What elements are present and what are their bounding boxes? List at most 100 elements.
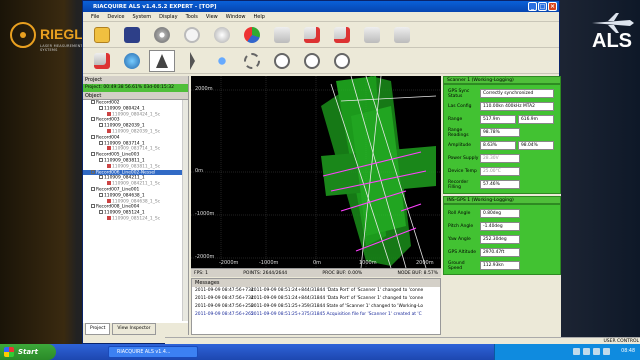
- project-tabs: Project View Inspector: [83, 323, 188, 335]
- window-titlebar[interactable]: RIACQUIRE ALS v1.4.5.2 EXPERT - [TOP] _ …: [83, 1, 559, 12]
- scanner-field-value: 517.9m: [480, 115, 516, 124]
- message-row[interactable]: 2011-09-09 08:47:56+2502011-09-09 08:51:…: [192, 303, 440, 311]
- menu-display[interactable]: Display: [159, 14, 177, 20]
- scanner-settings-button[interactable]: [89, 50, 115, 72]
- tree-item-label: Record003: [96, 117, 120, 123]
- north-arrow-icon: [156, 53, 168, 68]
- settings-button[interactable]: [149, 24, 175, 46]
- tab-view-inspector[interactable]: View Inspector: [112, 323, 156, 335]
- zoom-out-icon: [304, 52, 320, 69]
- expand-icon[interactable]: [99, 140, 103, 145]
- menu-device[interactable]: Device: [107, 14, 124, 20]
- start-label: Start: [18, 348, 38, 356]
- scanner-2-button[interactable]: [299, 24, 325, 46]
- tree-item-label: 110909_084211_1_Sc: [112, 181, 161, 187]
- expand-icon[interactable]: [91, 186, 95, 191]
- message-row[interactable]: 2011-09-09 08:47:56+2652011-09-09 08:51:…: [192, 311, 440, 319]
- project-tree: Record002 110909_080424_1 110909_080424_1_…: [83, 100, 182, 321]
- start-button[interactable]: Start: [0, 344, 56, 360]
- open-folder-button[interactable]: [89, 24, 115, 46]
- scanner-4-button[interactable]: [359, 24, 385, 46]
- scanner-field-value: 57.46%: [480, 180, 520, 189]
- scanner-5-button[interactable]: [389, 24, 415, 46]
- message-row[interactable]: 2011-09-09 08:47:56+7342011-09-09 08:51:…: [192, 295, 440, 303]
- menu-tools[interactable]: Tools: [186, 14, 198, 20]
- tree-item-label: 110909_083811_1: [104, 158, 145, 164]
- scanner-3-button[interactable]: [329, 24, 355, 46]
- globe-record-button[interactable]: [209, 24, 235, 46]
- message-row[interactable]: 2011-09-09 08:47:56+7342011-09-09 08:51:…: [192, 287, 440, 295]
- tree-item-label: Record006_Line002-Nessel: [96, 170, 156, 176]
- file-icon: [107, 181, 111, 186]
- tree-item-label: Record008_Line004: [96, 204, 140, 210]
- pan-arrows-icon: [214, 52, 230, 69]
- viewport-status-bar: FPS: 1 POINTS: 2644/2644 PROC BUF: 0.00%…: [191, 268, 441, 277]
- tab-project[interactable]: Project: [85, 323, 111, 335]
- expand-icon[interactable]: [91, 152, 95, 157]
- zoom-out-button[interactable]: [299, 50, 325, 72]
- expand-icon[interactable]: [91, 204, 95, 209]
- x-label-left: -2000m: [219, 260, 239, 266]
- x-label-mid3: 1000m: [359, 260, 377, 266]
- x-label-mid1: -1000m: [259, 260, 279, 266]
- expand-icon[interactable]: [91, 169, 95, 174]
- power-button[interactable]: [179, 24, 205, 46]
- file-icon: [107, 163, 111, 168]
- expand-icon[interactable]: [91, 100, 95, 104]
- scanner-field-label: Amplitude: [448, 143, 472, 148]
- north-arrow-button[interactable]: [149, 49, 175, 72]
- expand-icon[interactable]: [99, 123, 103, 128]
- scan-view-canvas[interactable]: 2000m 0m -1000m -2000m -2000m -1000m 0m …: [191, 76, 441, 268]
- file-icon: [107, 215, 111, 220]
- taskbar: Start RIACQUIRE ALS v1.4... 08:48: [0, 344, 640, 360]
- record-globe-button[interactable]: [239, 24, 265, 46]
- als-branding: ALS: [592, 30, 632, 52]
- pan-button[interactable]: [209, 50, 235, 72]
- menu-system[interactable]: System: [132, 14, 151, 20]
- expand-icon[interactable]: [99, 105, 103, 110]
- scanner-1-button[interactable]: [269, 24, 295, 46]
- pointer-button[interactable]: [179, 50, 205, 72]
- tray-icon[interactable]: [603, 348, 610, 355]
- expand-icon[interactable]: [91, 117, 95, 122]
- tree-item-label: 110909_084211_1: [104, 175, 145, 181]
- menu-help[interactable]: Help: [254, 14, 265, 20]
- tree-item[interactable]: 110909_085124_1_Sc: [83, 215, 182, 222]
- minimize-icon[interactable]: _: [528, 2, 537, 11]
- scanner-field: Amplitude 8.63% 98.04%: [446, 139, 558, 152]
- ins-field-label: Roll Angle: [448, 211, 471, 216]
- expand-icon[interactable]: [91, 134, 95, 139]
- menu-file[interactable]: File: [91, 14, 99, 20]
- expand-icon[interactable]: [99, 210, 103, 215]
- tray-icon[interactable]: [573, 348, 580, 355]
- zoom-fit-button[interactable]: [329, 50, 355, 72]
- ins-status-header: INS-GPS 1 (Working-Logging): [443, 196, 561, 204]
- tree-item-label: Record005_Line003: [96, 152, 140, 158]
- globe-icon: [124, 52, 140, 69]
- map-viewport[interactable]: 2000m 0m -1000m -2000m -2000m -1000m 0m …: [191, 76, 441, 268]
- globe-button[interactable]: [119, 50, 145, 72]
- expand-icon[interactable]: [99, 157, 103, 162]
- project-header: Project: [83, 76, 188, 84]
- tray-icon[interactable]: [583, 348, 590, 355]
- menu-window[interactable]: Window: [226, 14, 246, 20]
- scanner-field: GPS Sync Status Correctly synchronized: [446, 87, 558, 100]
- expand-icon[interactable]: [99, 175, 103, 180]
- save-button[interactable]: [119, 24, 145, 46]
- zoom-in-button[interactable]: [269, 50, 295, 72]
- y-label-mid: 0m: [195, 168, 203, 174]
- menu-view[interactable]: View: [206, 14, 218, 20]
- zoom-window-button[interactable]: [239, 50, 265, 72]
- file-icon: [107, 128, 111, 133]
- maximize-icon[interactable]: □: [538, 2, 547, 11]
- project-tree-scrollbar[interactable]: [182, 100, 188, 321]
- zoom-in-icon: [274, 52, 290, 69]
- expand-icon[interactable]: [99, 192, 103, 197]
- tree-item-label: 110909_082039_1: [104, 123, 145, 129]
- taskbar-item-riacquire[interactable]: RIACQUIRE ALS v1.4...: [108, 346, 198, 358]
- tree-item-label: 110909_080424_1_Sc: [112, 112, 161, 118]
- windows-flag-icon: [4, 347, 14, 357]
- close-icon[interactable]: ×: [548, 2, 557, 11]
- tree-item-label: 110909_083714_1_Sc: [112, 146, 161, 152]
- tray-icon[interactable]: [593, 348, 600, 355]
